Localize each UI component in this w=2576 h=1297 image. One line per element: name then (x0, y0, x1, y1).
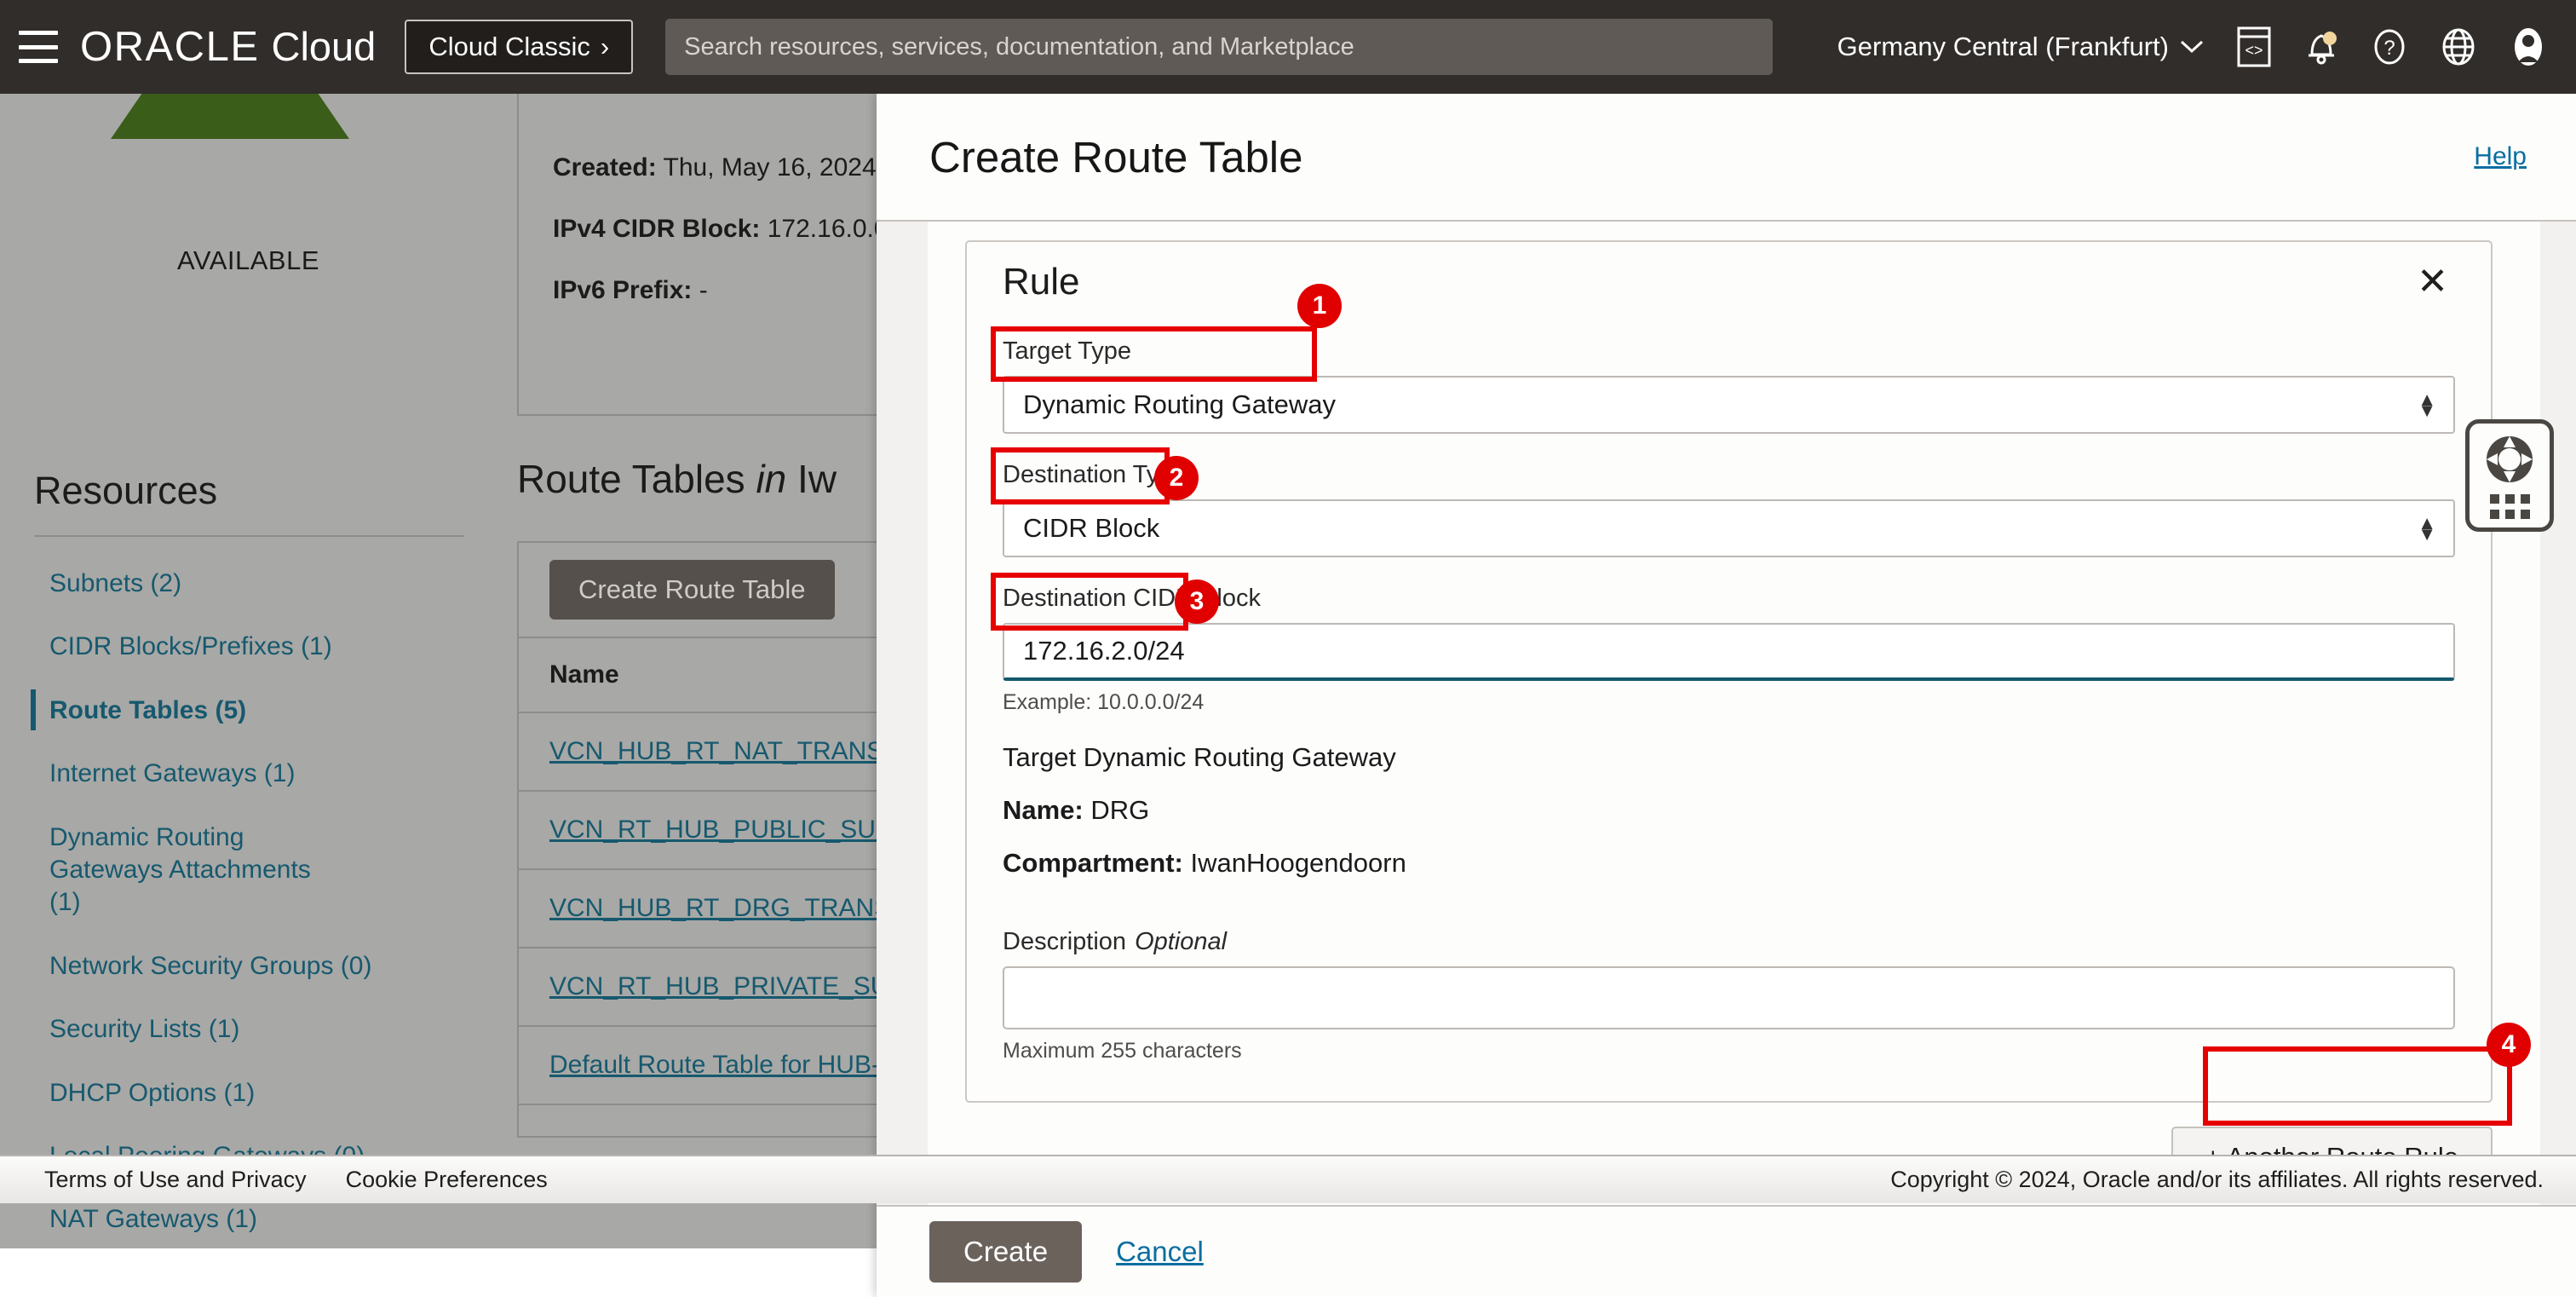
drawer-footer: Create Cancel (877, 1205, 2576, 1297)
route-table-link[interactable]: Default Route Table for HUB-VCI (549, 1051, 923, 1079)
vcn-ipv4-label: IPv4 CIDR Block: (553, 215, 761, 243)
help-floating-widget[interactable] (2465, 419, 2554, 532)
hamburger-menu-icon[interactable] (19, 31, 58, 63)
create-button[interactable]: Create (929, 1221, 1083, 1283)
sidebar-item-dhcp-options[interactable]: DHCP Options (1) (0, 1077, 497, 1110)
target-drg-heading: Target Dynamic Routing Gateway (1003, 742, 1396, 772)
chevron-up-down-icon: ▲ ▼ (2418, 388, 2436, 421)
target-type-label: Target Type (1003, 337, 1132, 365)
chevron-down-icon (2180, 40, 2204, 54)
create-route-table-button[interactable]: Create Route Table (549, 560, 835, 620)
description-label: Description Optional (1003, 928, 2455, 956)
route-table-link[interactable]: VCN_HUB_RT_DRG_TRANSIT (549, 894, 914, 922)
target-drg-compartment-row: Compartment: IwanHoogendoorn (1003, 848, 2455, 879)
destination-cidr-value: 172.16.2.0/24 (1023, 636, 1185, 666)
cloud-wordmark: Cloud (271, 24, 377, 69)
resources-list: Subnets (2) CIDR Blocks/Prefixes (1) Rou… (0, 568, 497, 1248)
footer-links: Terms of Use and Privacy Cookie Preferen… (0, 1167, 548, 1193)
target-type-value: Dynamic Routing Gateway (1023, 389, 1336, 419)
help-link[interactable]: Help (2474, 142, 2527, 171)
sidebar-item-network-security-groups[interactable]: Network Security Groups (0) (0, 950, 497, 983)
vcn-created-label: Created: (553, 153, 657, 182)
description-label-text: Description (1003, 928, 1127, 955)
destination-cidr-hint: Example: 10.0.0.0/24 (1003, 690, 1205, 714)
destination-type-select[interactable]: CIDR Block ▲ ▼ (1003, 499, 2455, 557)
description-optional-text: Optional (1135, 928, 1228, 955)
route-tables-heading-prefix: Route Tables (517, 457, 756, 501)
status-green-tab (111, 94, 349, 139)
region-label: Germany Central (Frankfurt) (1837, 32, 2169, 61)
vcn-created-value: Thu, May 16, 2024, 0 (663, 153, 906, 182)
route-table-link[interactable]: VCN_HUB_RT_NAT_TRANSIT (549, 737, 906, 765)
copyright-text: Copyright © 2024, Oracle and/or its affi… (1890, 1167, 2544, 1192)
drawer-header: Create Route Table Help (877, 94, 2576, 222)
chevron-right-icon: › (600, 32, 610, 61)
rule-title: Rule (1003, 261, 1080, 303)
page-title: Create Route Table (929, 132, 1303, 182)
route-rule-header: Rule ✕ (1003, 261, 2455, 303)
description-hint: Maximum 255 characters (1003, 1039, 1242, 1063)
page-footer: Terms of Use and Privacy Cookie Preferen… (0, 1155, 2576, 1203)
svg-text:?: ? (2383, 37, 2395, 60)
description-input[interactable] (1003, 966, 2455, 1029)
sidebar-item-nat-gateways[interactable]: NAT Gateways (1) (0, 1203, 497, 1236)
apps-grid-icon (2489, 493, 2530, 519)
terms-of-use-link[interactable]: Terms of Use and Privacy (44, 1167, 307, 1193)
drawer-form-scroll: Rule ✕ Target Type Dynamic Routing Gatew… (928, 222, 2540, 1205)
sidebar-item-cidr-blocks[interactable]: CIDR Blocks/Prefixes (1) (0, 631, 497, 663)
target-type-select[interactable]: Dynamic Routing Gateway ▲ ▼ (1003, 376, 2455, 434)
close-icon[interactable]: ✕ (2410, 263, 2455, 301)
target-drg-name-row: Name: DRG (1003, 795, 2455, 826)
sidebar-item-security-lists[interactable]: Security Lists (1) (0, 1013, 497, 1046)
sidebar-item-drg-attachments[interactable]: Dynamic Routing Gateways Attachments (1) (0, 821, 324, 919)
language-globe-icon[interactable] (2440, 27, 2477, 66)
cancel-button[interactable]: Cancel (1116, 1236, 1204, 1268)
destination-cidr-input[interactable]: 172.16.2.0/24 (1003, 623, 2455, 681)
route-tables-heading-italic: in (756, 457, 787, 501)
create-route-table-drawer: Create Route Table Help Rule ✕ Target Ty… (877, 94, 2576, 1297)
resources-heading: Resources (34, 469, 218, 512)
cloud-classic-button[interactable]: Cloud Classic › (405, 20, 634, 74)
help-question-icon[interactable]: ? (2372, 27, 2407, 66)
sidebar-item-route-tables[interactable]: Route Tables (5) (0, 689, 497, 731)
region-selector[interactable]: Germany Central (Frankfurt) (1837, 32, 2205, 62)
page-content: AVAILABLE Resources Subnets (2) CIDR Blo… (0, 94, 2576, 1297)
resources-sidebar: AVAILABLE Resources Subnets (2) CIDR Blo… (0, 94, 497, 1248)
drawer-body: Rule ✕ Target Type Dynamic Routing Gatew… (877, 222, 2576, 1205)
top-navigation-bar: ORACLE Cloud Cloud Classic › Germany Cen… (0, 0, 2576, 94)
route-tables-heading: Route Tables in Iw (517, 456, 837, 502)
destination-type-label: Destination Type (1003, 461, 1187, 488)
status-badge: AVAILABLE (176, 245, 320, 275)
cloud-classic-label: Cloud Classic (428, 32, 590, 61)
svg-text:<>: <> (2245, 42, 2263, 59)
destination-cidr-label: Destination CIDR Block (1003, 585, 1261, 612)
top-nav-right-group: Germany Central (Frankfurt) <> ? (1837, 26, 2576, 67)
footer-copyright-wrap: Copyright © 2024, Oracle and/or its affi… (1890, 1167, 2576, 1193)
target-drg-name-value: DRG (1090, 795, 1150, 825)
global-search-box[interactable] (665, 19, 1774, 75)
lifebuoy-icon (2487, 435, 2533, 482)
search-input[interactable] (665, 19, 1774, 75)
target-drg-compartment-value: IwanHoogendoorn (1190, 848, 1406, 878)
resources-divider (34, 535, 464, 537)
user-avatar-icon[interactable] (2510, 26, 2547, 67)
route-rule-card: Rule ✕ Target Type Dynamic Routing Gatew… (965, 240, 2493, 1103)
cloud-shell-icon[interactable]: <> (2237, 26, 2271, 67)
chevron-up-down-icon: ▲ ▼ (2418, 511, 2436, 545)
vcn-ipv6-label: IPv6 Prefix: (553, 276, 693, 304)
cookie-preferences-link[interactable]: Cookie Preferences (346, 1167, 548, 1193)
sidebar-item-subnets[interactable]: Subnets (2) (0, 568, 497, 600)
sidebar-item-internet-gateways[interactable]: Internet Gateways (1) (0, 758, 497, 790)
target-drg-compartment-label: Compartment: (1003, 848, 1183, 878)
route-tables-heading-suffix: Iw (786, 457, 837, 501)
target-drg-name-label: Name: (1003, 795, 1084, 825)
destination-type-value: CIDR Block (1023, 513, 1160, 543)
vcn-ipv6-value: - (699, 276, 708, 304)
oracle-wordmark: ORACLE (80, 24, 260, 70)
oracle-cloud-logo[interactable]: ORACLE Cloud (80, 23, 376, 71)
notifications-bell-icon[interactable] (2303, 27, 2339, 66)
